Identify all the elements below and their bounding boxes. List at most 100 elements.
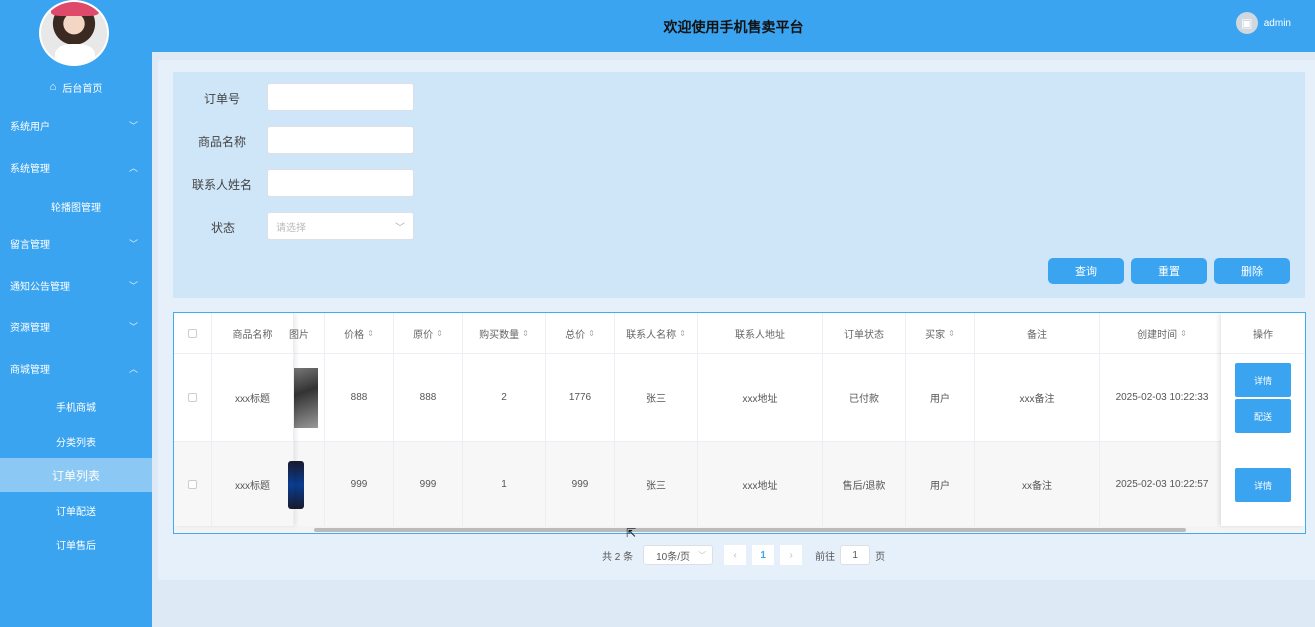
cell-contact-name: 张三 — [615, 442, 698, 527]
cell-contact-address: xxx地址 — [698, 442, 823, 527]
cell-price: 999 — [325, 442, 394, 527]
col-price[interactable]: 价格 ⇕ — [325, 313, 394, 353]
mouse-cursor-icon: ⇱ — [626, 526, 637, 540]
sidebar-item-system-management[interactable]: 系统管理 ︿ — [0, 150, 152, 184]
cell-order-status: 售后/退款 — [823, 442, 906, 527]
pagination: 共 2 条 10条/页 ﹀ ‹ 1 › 前往 1 页 — [602, 545, 885, 565]
sort-icon: ⇕ — [367, 328, 374, 338]
fixed-ops-column: 操作 详情 配送 详情 — [1221, 313, 1305, 526]
cell-image — [294, 354, 325, 441]
cell-image — [288, 442, 325, 527]
col-created-label: 创建时间 — [1137, 329, 1178, 341]
col-ops: 操作 — [1221, 313, 1305, 354]
sidebar-item-home[interactable]: ⌂ 后台首页 — [0, 70, 152, 104]
col-contact-name[interactable]: 联系人名称 ⇕ — [615, 313, 698, 353]
sort-icon: ⇕ — [588, 328, 595, 338]
next-page-button[interactable]: › — [780, 545, 803, 565]
product-name-input[interactable] — [267, 126, 414, 154]
cell-quantity: 2 — [463, 354, 546, 441]
deliver-button[interactable]: 配送 — [1235, 399, 1291, 433]
chevron-down-icon: ﹀ — [128, 238, 138, 249]
cell-remark: xx备注 — [975, 442, 1100, 527]
sort-icon: ⇕ — [436, 328, 443, 338]
col-quantity[interactable]: 购买数量 ⇕ — [463, 313, 546, 353]
page-size-select[interactable]: 10条/页 ﹀ — [643, 545, 714, 565]
col-remark: 备注 — [975, 313, 1100, 353]
sidebar-item-notices[interactable]: 通知公告管理 ﹀ — [0, 268, 152, 302]
sidebar-item-label: 手机商城 — [56, 402, 96, 414]
col-buyer[interactable]: 买家 ⇕ — [906, 313, 975, 353]
col-contact-address: 联系人地址 — [698, 313, 823, 353]
user-menu[interactable]: ▣ admin — [1235, 12, 1291, 34]
col-original-price[interactable]: 原价 ⇕ — [394, 313, 463, 353]
sidebar-item-messages[interactable]: 留言管理 ﹀ — [0, 226, 152, 260]
col-buyer-label: 买家 — [925, 329, 946, 341]
sort-icon: ⇕ — [679, 328, 686, 338]
sidebar-item-label: 商城管理 — [10, 364, 50, 376]
cell-remark: xxx备注 — [975, 354, 1100, 441]
avatar-hat — [51, 2, 99, 16]
table-header: 商品名称 图片 价格 ⇕ 原价 ⇕ 购买数量 ⇕ 总价 ⇕ 联系人名称 ⇕ 联系人地址 订… — [174, 313, 1305, 354]
product-name-label: 商品名称 — [197, 135, 246, 149]
sidebar-item-categories[interactable]: 分类列表 — [0, 424, 152, 458]
chevron-up-icon: ︿ — [128, 363, 138, 374]
col-price-label: 价格 — [344, 329, 365, 341]
order-no-input[interactable] — [267, 83, 414, 111]
delete-button[interactable]: 删除 — [1214, 258, 1290, 284]
sidebar-item-shop[interactable]: 商城管理 ︿ — [0, 351, 152, 385]
header: 欢迎使用手机售卖平台 ▣ admin — [152, 0, 1315, 52]
prev-page-button[interactable]: ‹ — [724, 545, 747, 565]
sidebar-item-system-users[interactable]: 系统用户 ﹀ — [0, 108, 152, 142]
contact-name-input[interactable] — [267, 169, 414, 197]
chevron-down-icon: ﹀ — [128, 120, 138, 131]
cell-buyer: 用户 — [906, 442, 975, 527]
col-image: 图片 — [289, 313, 325, 353]
status-placeholder: 请选择 — [276, 222, 306, 234]
sidebar-item-label: 资源管理 — [10, 322, 50, 334]
horizontal-scrollbar-thumb[interactable] — [314, 528, 1186, 532]
sidebar-item-resources[interactable]: 资源管理 ﹀ — [0, 309, 152, 343]
sidebar-item-label: 系统管理 — [10, 163, 50, 175]
chevron-down-icon: ﹀ — [128, 280, 138, 291]
username: admin — [1263, 17, 1291, 29]
avatar — [39, 0, 109, 66]
table-row: xxx标题 888 888 2 1776 张三 xxx地址 已付款 用户 xxx… — [174, 354, 1305, 442]
cell-total: 1776 — [546, 354, 615, 441]
chevron-up-icon: ︿ — [128, 162, 138, 173]
status-select[interactable]: 请选择 ﹀ — [267, 212, 414, 240]
page-number-current[interactable]: 1 — [752, 545, 775, 565]
detail-button[interactable]: 详情 — [1235, 468, 1291, 502]
sidebar-item-carousel[interactable]: 轮播图管理 — [0, 189, 152, 223]
sidebar-item-after-sales[interactable]: 订单售后 — [0, 527, 152, 561]
cell-original-price: 999 — [394, 442, 463, 527]
sidebar-item-label: 订单配送 — [56, 506, 96, 518]
sidebar-item-phone-shop[interactable]: 手机商城 — [0, 389, 152, 423]
product-image — [294, 367, 318, 428]
sidebar-item-label: 后台首页 — [62, 83, 103, 95]
cell-original-price: 888 — [394, 354, 463, 441]
sort-icon: ⇕ — [522, 328, 529, 338]
sidebar-item-label: 通知公告管理 — [10, 281, 70, 293]
pagination-total: 共 2 条 — [602, 551, 634, 563]
detail-button[interactable]: 详情 — [1235, 363, 1291, 397]
col-total[interactable]: 总价 ⇕ — [546, 313, 615, 353]
sidebar-item-orders[interactable]: 订单列表 — [0, 458, 152, 492]
query-button[interactable]: 查询 — [1048, 258, 1124, 284]
status-label: 状态 — [210, 221, 235, 235]
page-size-value: 10条/页 — [656, 551, 691, 563]
cell-created: 2025-02-03 10:22:33 — [1100, 354, 1225, 441]
table-row: xxx标题 999 999 1 999 张三 xxx地址 售后/退款 用户 xx… — [174, 442, 1305, 528]
cell-total: 999 — [546, 442, 615, 527]
col-order-status: 订单状态 — [823, 313, 906, 353]
sidebar-item-label: 轮播图管理 — [51, 202, 101, 214]
col-created[interactable]: 创建时间 ⇕ — [1100, 313, 1225, 353]
cell-price: 888 — [325, 354, 394, 441]
col-quantity-label: 购买数量 — [479, 329, 520, 341]
cell-contact-name: 张三 — [615, 354, 698, 441]
sidebar-item-delivery[interactable]: 订单配送 — [0, 493, 152, 527]
cell-order-status: 已付款 — [823, 354, 906, 441]
reset-button[interactable]: 重置 — [1131, 258, 1207, 284]
goto-page-input[interactable]: 1 — [840, 545, 871, 565]
cell-contact-address: xxx地址 — [698, 354, 823, 441]
chevron-down-icon: ﹀ — [128, 321, 138, 332]
